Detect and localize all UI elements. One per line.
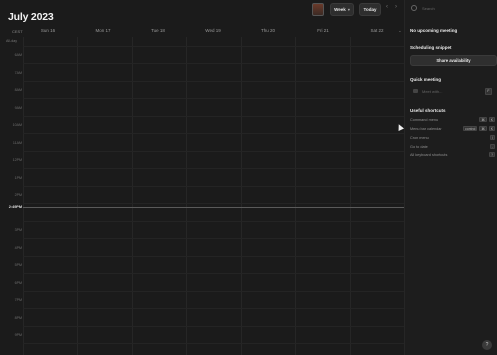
day-header[interactable]: Wed 19 bbox=[191, 28, 235, 33]
hour-line bbox=[23, 256, 404, 257]
shortcut-key: ? bbox=[489, 152, 495, 157]
day-header[interactable]: Sun 16 bbox=[26, 28, 70, 33]
day-header-row: CEST Sun 16 Mon 17 Tue 18 Wed 19 Thu 20 … bbox=[0, 28, 404, 37]
day-header[interactable]: Sat 22 bbox=[355, 28, 399, 33]
hour-label: 6AM bbox=[14, 53, 22, 57]
hour-line bbox=[23, 343, 404, 344]
shortcut-row[interactable]: Menu bar calendar control ⌘ K bbox=[410, 125, 495, 132]
shortcut-row[interactable]: Cron menu / bbox=[410, 134, 495, 141]
hour-line bbox=[23, 308, 404, 309]
hour-line bbox=[23, 168, 404, 169]
hour-label: 3PM bbox=[14, 228, 22, 232]
hour-label: 4PM bbox=[14, 246, 22, 250]
quick-meeting-placeholder: Meet with... bbox=[422, 88, 443, 94]
hour-label: 6PM bbox=[14, 281, 22, 285]
video-icon bbox=[413, 89, 418, 93]
current-time-label: 2:49PM bbox=[8, 205, 22, 209]
hour-line bbox=[23, 133, 404, 134]
hour-label: 2PM bbox=[14, 193, 22, 197]
search-input[interactable]: Search bbox=[411, 4, 491, 12]
search-icon bbox=[411, 5, 417, 11]
help-button[interactable]: ? bbox=[482, 340, 492, 350]
scheduling-snippet-title: Scheduling snippet bbox=[410, 45, 452, 50]
sidebar: Search No upcoming meeting Scheduling sn… bbox=[404, 0, 497, 355]
search-placeholder: Search bbox=[422, 5, 435, 11]
hour-line bbox=[23, 98, 404, 99]
shortcut-label: Command menu bbox=[410, 117, 439, 122]
day-header[interactable]: Tue 18 bbox=[136, 28, 180, 33]
shortcut-label: Go to date bbox=[410, 144, 428, 149]
hour-line bbox=[23, 46, 404, 47]
hour-line bbox=[23, 116, 404, 117]
shortcut-label: Menu bar calendar bbox=[410, 126, 442, 131]
command-key-icon: ⌘ bbox=[479, 117, 487, 122]
day-header[interactable]: Thu 20 bbox=[246, 28, 290, 33]
hour-line bbox=[23, 81, 404, 82]
hour-label: 9PM bbox=[14, 333, 22, 337]
hour-label: 11AM bbox=[12, 141, 22, 145]
quick-meeting-input[interactable]: Meet with... F bbox=[410, 87, 495, 95]
shortcut-key: F bbox=[485, 87, 492, 95]
hour-line bbox=[23, 326, 404, 327]
avatar[interactable] bbox=[312, 3, 324, 16]
hour-line bbox=[23, 186, 404, 187]
hour-label: 7AM bbox=[14, 71, 22, 75]
hour-line bbox=[23, 291, 404, 292]
hour-label: 12PM bbox=[12, 158, 22, 162]
shortcut-key: / bbox=[490, 135, 495, 140]
shortcut-row[interactable]: All keyboard shortcuts ? bbox=[410, 151, 495, 158]
hour-line bbox=[23, 151, 404, 152]
share-availability-button[interactable]: Share availability bbox=[410, 55, 497, 66]
shortcut-label: All keyboard shortcuts bbox=[410, 152, 448, 157]
shortcut-key: K bbox=[488, 117, 495, 122]
calendar-header: July 2023 Week ▾ Today ‹ › bbox=[0, 0, 404, 30]
chevron-left-icon[interactable]: ‹ bbox=[386, 4, 388, 10]
hour-label: 8PM bbox=[14, 316, 22, 320]
shortcuts-title: Useful shortcuts bbox=[410, 108, 446, 113]
expand-icon[interactable]: ⌄ bbox=[398, 28, 402, 34]
week-grid[interactable] bbox=[23, 37, 404, 355]
current-time-line bbox=[23, 207, 404, 208]
all-day-label: All-day bbox=[6, 39, 17, 43]
hour-line bbox=[23, 203, 404, 204]
quick-meeting-title: Quick meeting bbox=[410, 77, 442, 82]
hour-label: 5PM bbox=[14, 263, 22, 267]
day-header[interactable]: Fri 21 bbox=[301, 28, 345, 33]
month-title: July 2023 bbox=[8, 11, 54, 23]
hour-line bbox=[23, 273, 404, 274]
shortcut-key: . bbox=[490, 144, 495, 149]
shortcut-key: K bbox=[488, 126, 495, 131]
day-header[interactable]: Mon 17 bbox=[81, 28, 125, 33]
hour-line bbox=[23, 238, 404, 239]
chevron-down-icon: ▾ bbox=[347, 7, 350, 12]
hour-label: 7PM bbox=[14, 298, 22, 302]
upcoming-meeting-title: No upcoming meeting bbox=[410, 28, 458, 33]
hour-line bbox=[23, 63, 404, 64]
hour-label: 8AM bbox=[14, 88, 22, 92]
calendar-app: July 2023 Week ▾ Today ‹ › CEST Sun 16 M… bbox=[0, 0, 497, 355]
shortcut-label: Cron menu bbox=[410, 135, 429, 140]
hour-line bbox=[23, 221, 404, 222]
hour-label: 9AM bbox=[14, 106, 22, 110]
today-button[interactable]: Today bbox=[359, 3, 381, 16]
timezone-label: CEST bbox=[12, 29, 23, 34]
hour-label: 1PM bbox=[14, 176, 22, 180]
shortcut-row[interactable]: Command menu ⌘ K bbox=[410, 116, 495, 123]
view-label: Week bbox=[334, 7, 346, 12]
command-key-icon: ⌘ bbox=[479, 126, 487, 131]
view-switcher-button[interactable]: Week ▾ bbox=[330, 3, 354, 16]
shortcut-key: control bbox=[463, 126, 478, 131]
chevron-right-icon[interactable]: › bbox=[395, 4, 397, 10]
shortcut-row[interactable]: Go to date . bbox=[410, 143, 495, 150]
hour-label: 10AM bbox=[12, 123, 22, 127]
